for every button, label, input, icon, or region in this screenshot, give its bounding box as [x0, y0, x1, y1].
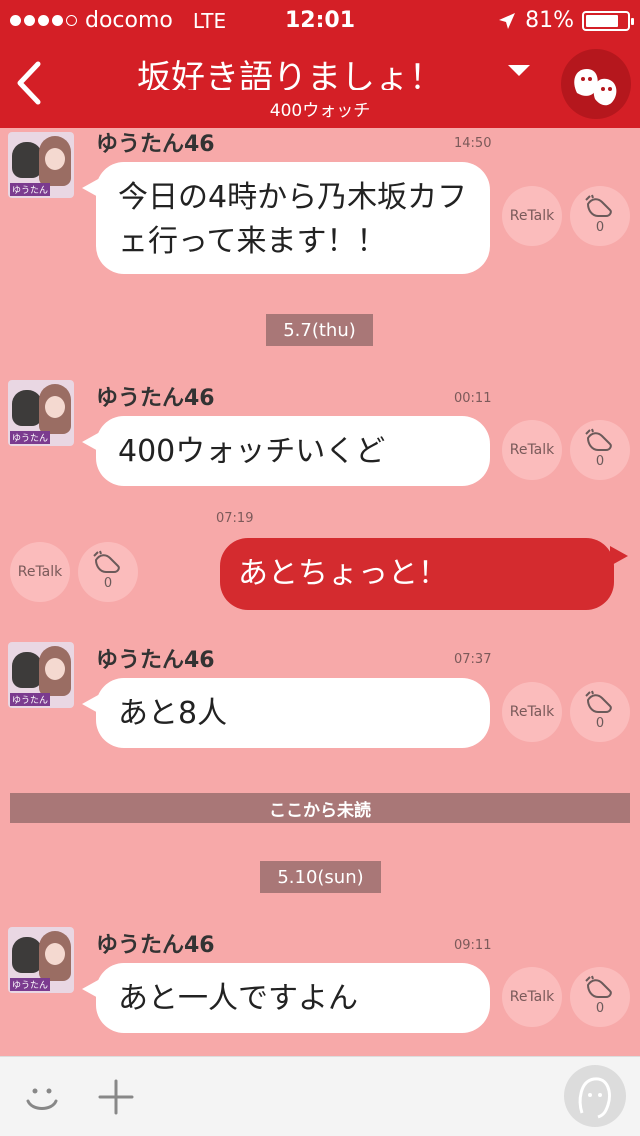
- clap-button[interactable]: 0: [570, 186, 630, 246]
- sender-name: ゆうたん46: [96, 933, 215, 958]
- unread-divider: ここから未読: [10, 793, 630, 823]
- message-bubble[interactable]: あと一人ですよん: [82, 963, 490, 1033]
- message-time: 07:19: [216, 511, 254, 526]
- clap-button[interactable]: 0: [570, 420, 630, 480]
- smiley-icon: [26, 1088, 58, 1110]
- status-bar: docomo LTE 12:01 81%: [0, 0, 640, 40]
- plus-icon: [98, 1079, 134, 1115]
- top-bar: docomo LTE 12:01 81% 坂好き語りましょ！ 400ウォッチ: [0, 0, 640, 128]
- message-bubble[interactable]: 400ウォッチいくど: [82, 416, 490, 486]
- date-divider: 5.10(sun): [260, 861, 381, 893]
- clap-icon: [585, 975, 612, 998]
- room-title[interactable]: 坂好き語りましょ！: [90, 50, 490, 90]
- retalk-button[interactable]: ReTalk: [502, 682, 562, 742]
- voice-button[interactable]: [564, 1065, 626, 1127]
- my-message-bubble[interactable]: あとちょっと！: [220, 538, 628, 610]
- add-button[interactable]: [96, 1077, 136, 1121]
- retalk-button[interactable]: ReTalk: [502, 186, 562, 246]
- chat-area[interactable]: ゆうたん ゆうたん46 14:50 今日の4時から乃木坂カフェ行って来ます！！ …: [0, 128, 640, 1056]
- avatar[interactable]: ゆうたん: [8, 380, 74, 446]
- location-arrow-icon: [499, 12, 516, 29]
- status-right: 81%: [497, 8, 634, 33]
- battery-icon: [582, 10, 634, 31]
- message-time: 14:50: [454, 136, 492, 151]
- avatar[interactable]: ゆうたん: [8, 132, 74, 198]
- date-divider: 5.7(thu): [266, 314, 373, 346]
- clap-count: 0: [595, 1001, 605, 1016]
- clap-icon: [585, 194, 612, 217]
- clap-button[interactable]: 0: [570, 967, 630, 1027]
- retalk-button[interactable]: ReTalk: [502, 420, 562, 480]
- clap-count: 0: [595, 716, 605, 731]
- clap-count: 0: [595, 454, 605, 469]
- message-time: 09:11: [454, 938, 492, 953]
- message-bubble[interactable]: 今日の4時から乃木坂カフェ行って来ます！！: [82, 162, 490, 274]
- sender-name: ゆうたん46: [96, 386, 215, 411]
- clap-count: 0: [595, 220, 605, 235]
- watch-count: 400ウォッチ: [269, 101, 371, 121]
- message-bubble[interactable]: あと8人: [82, 678, 490, 748]
- face-icon: [578, 1077, 611, 1119]
- clap-count: 0: [103, 576, 113, 591]
- avatar[interactable]: ゆうたん: [8, 642, 74, 708]
- sender-name: ゆうたん46: [96, 648, 215, 673]
- clap-icon: [585, 428, 612, 451]
- input-bar: [0, 1056, 640, 1136]
- clap-button[interactable]: 0: [570, 682, 630, 742]
- battery-fill: [586, 14, 619, 27]
- ghost-icon: [574, 69, 617, 106]
- emoji-button[interactable]: [22, 1077, 62, 1121]
- caret-down-icon[interactable]: [508, 65, 530, 76]
- clap-icon: [585, 690, 612, 713]
- sender-name: ゆうたん46: [96, 132, 215, 157]
- battery-percent: 81%: [525, 8, 574, 33]
- retalk-button[interactable]: ReTalk: [10, 542, 70, 602]
- avatar[interactable]: ゆうたん: [8, 927, 74, 993]
- clap-button[interactable]: 0: [78, 542, 138, 602]
- message-time: 07:37: [454, 652, 492, 667]
- retalk-button[interactable]: ReTalk: [502, 967, 562, 1027]
- message-time: 00:11: [454, 391, 492, 406]
- clap-icon: [93, 550, 120, 573]
- ghost-button[interactable]: [561, 49, 631, 119]
